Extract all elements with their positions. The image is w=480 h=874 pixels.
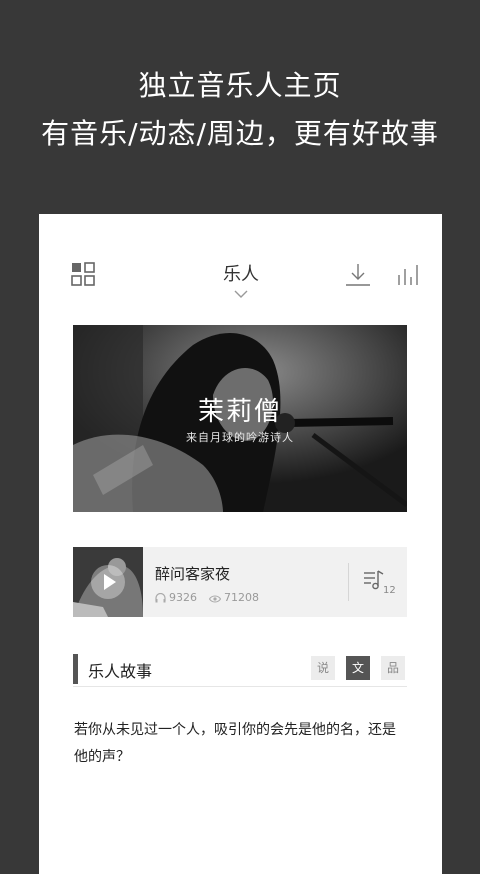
top-bar: 乐人 bbox=[39, 214, 442, 304]
download-icon[interactable] bbox=[345, 263, 371, 287]
section-accent-bar bbox=[73, 654, 78, 684]
page-title-dropdown[interactable]: 乐人 bbox=[189, 260, 293, 298]
grid-menu-icon[interactable] bbox=[71, 262, 95, 286]
divider bbox=[348, 563, 349, 601]
chart-bars-icon[interactable] bbox=[397, 264, 421, 286]
playlist-count: 12 bbox=[383, 585, 396, 596]
headphones-icon bbox=[155, 592, 166, 603]
tab-pin[interactable]: 品 bbox=[381, 656, 405, 680]
view-count: 71208 bbox=[208, 591, 259, 604]
song-cover bbox=[73, 547, 143, 617]
play-count: 9326 bbox=[155, 591, 197, 604]
artist-tagline: 来自月球的吟游诗人 bbox=[186, 431, 294, 444]
promo-headline: 独立音乐人主页 bbox=[138, 69, 342, 102]
tab-shuo[interactable]: 说 bbox=[311, 656, 335, 680]
chevron-down-icon bbox=[234, 290, 248, 298]
featured-song-card[interactable]: 醉问客家夜 9326 71208 12 bbox=[73, 547, 407, 617]
story-body-text: 若你从未见过一个人，吸引你的会先是他的名，还是他的声？ bbox=[74, 722, 396, 765]
app-screen: 乐人 茉莉僧 来自月球的吟游诗人 醉问客家夜 9326 71208 12 乐人故… bbox=[39, 214, 442, 874]
song-title: 醉问客家夜 bbox=[155, 565, 231, 583]
tab-wen[interactable]: 文 bbox=[346, 656, 370, 680]
artist-name: 茉莉僧 bbox=[197, 397, 282, 427]
story-section-title: 乐人故事 bbox=[88, 662, 153, 681]
play-icon[interactable] bbox=[91, 565, 125, 599]
artist-hero-banner[interactable]: 茉莉僧 来自月球的吟游诗人 bbox=[73, 325, 407, 512]
promo-subheadline: 有音乐/动态/周边，更有好故事 bbox=[41, 117, 439, 150]
page-title: 乐人 bbox=[223, 264, 259, 285]
eye-icon bbox=[208, 595, 222, 603]
story-section-header: 乐人故事 说 文 品 bbox=[73, 652, 407, 687]
playlist-add-icon[interactable] bbox=[363, 569, 385, 591]
